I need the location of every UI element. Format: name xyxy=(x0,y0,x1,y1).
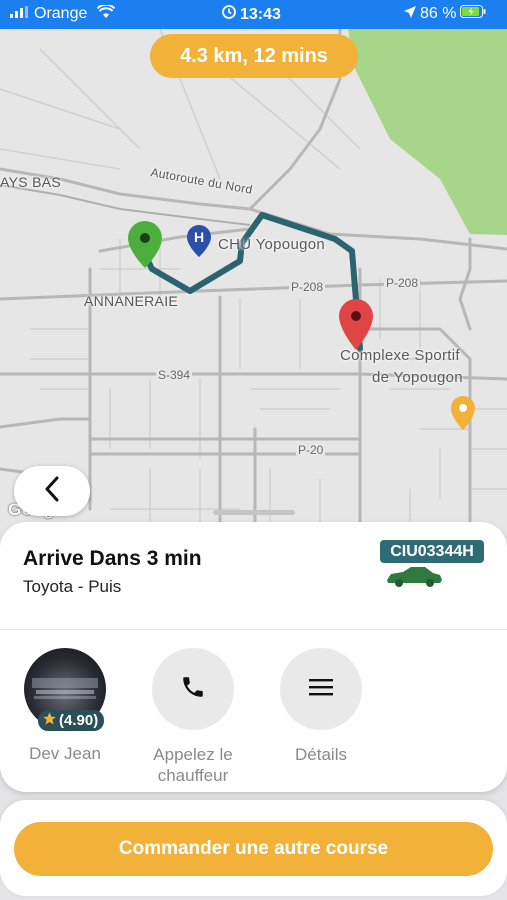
driver-name: Dev Jean xyxy=(29,744,101,763)
call-driver-button[interactable] xyxy=(152,648,234,730)
bottom-card: Commander une autre course xyxy=(0,800,507,896)
road-tag-p20: P-20 xyxy=(296,443,326,457)
battery-percent: 86 % xyxy=(420,5,457,22)
sheet-drag-handle[interactable] xyxy=(213,510,295,515)
status-bar: Orange 13:43 86 % xyxy=(0,0,507,29)
battery-icon xyxy=(460,5,486,23)
trip-title: Arrive Dans 3 min xyxy=(23,547,202,570)
rating-value: (4.90) xyxy=(59,712,99,729)
signal-icon xyxy=(10,5,30,23)
clock: 13:43 xyxy=(240,5,281,23)
details-button[interactable] xyxy=(280,648,362,730)
map-label-complexe-1: Complexe Sportif xyxy=(340,347,460,364)
map-label-annaneraie: ANNANERAIE xyxy=(84,293,179,309)
road-tag-s394: S-394 xyxy=(156,368,193,382)
details-label: Détails xyxy=(295,745,347,764)
alarm-icon xyxy=(222,5,236,24)
hospital-letter: H xyxy=(194,229,205,245)
back-button[interactable] xyxy=(14,466,90,516)
vehicle-model: Toyota - Puis xyxy=(23,577,122,596)
back-chevron-icon xyxy=(44,476,60,507)
location-arrow-icon xyxy=(404,5,416,23)
details-action[interactable]: Détails xyxy=(266,648,376,765)
status-left: Orange xyxy=(10,3,116,23)
eta-pill: 4.3 km, 12 mins xyxy=(150,34,358,78)
road-tag-p208-b: P-208 xyxy=(384,276,421,290)
map-label-complexe-2: de Yopougon xyxy=(372,369,463,386)
card-divider xyxy=(0,629,507,630)
trip-card: Arrive Dans 3 min Toyota - Puis CIU03344… xyxy=(0,522,507,792)
map-label-ays-bas: AYS BAS xyxy=(0,174,61,190)
car-icon xyxy=(385,566,443,593)
menu-icon xyxy=(309,678,333,701)
star-icon xyxy=(42,711,57,730)
map-label-chu: CHU Yopougon xyxy=(218,236,326,253)
road-tag-p208-a: P-208 xyxy=(289,280,326,294)
driver-rating: (4.90) xyxy=(38,710,105,731)
call-driver-label: Appelez le chauffeur xyxy=(153,745,233,785)
wifi-icon xyxy=(97,3,116,23)
call-driver-action[interactable]: Appelez le chauffeur xyxy=(138,648,248,786)
license-plate: CIU03344H xyxy=(380,540,484,563)
status-center: 13:43 xyxy=(222,5,281,24)
order-another-ride-button[interactable]: Commander une autre course xyxy=(14,822,493,876)
phone-icon xyxy=(180,674,206,705)
status-right: 86 % xyxy=(404,5,486,23)
carrier-name: Orange xyxy=(34,5,88,22)
